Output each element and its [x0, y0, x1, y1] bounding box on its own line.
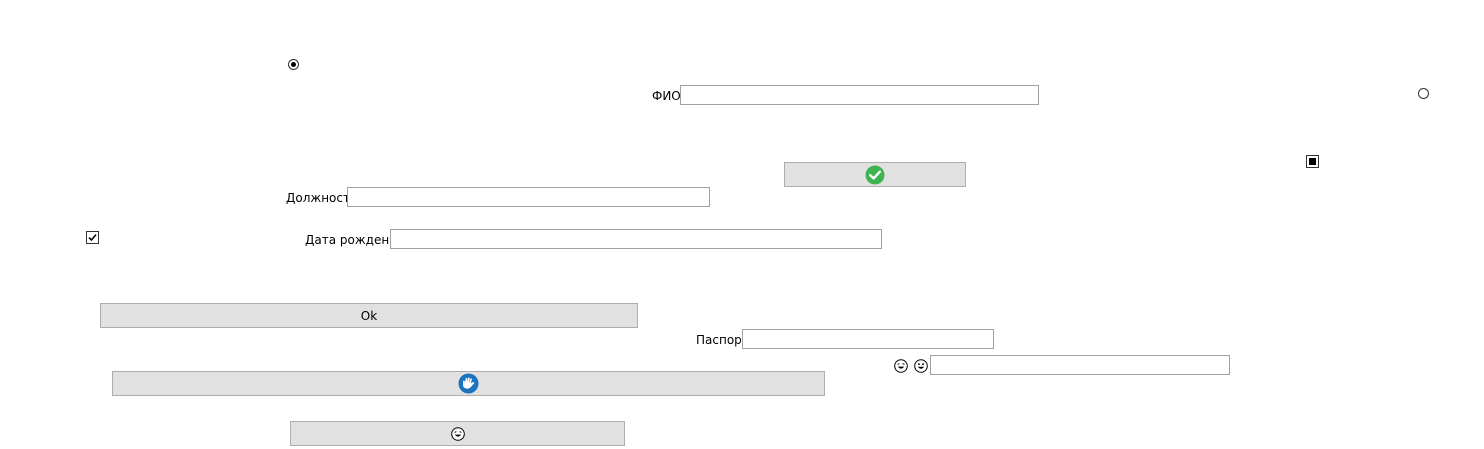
position-field[interactable]	[347, 187, 710, 207]
fio-field[interactable]	[680, 85, 1039, 105]
checkbox-indeterminate[interactable]	[1306, 155, 1319, 168]
ok-button[interactable]: Ok	[100, 303, 638, 328]
check-circle-icon	[865, 165, 885, 184]
fio-label: ФИО	[652, 89, 681, 103]
grinning-face-icon	[914, 359, 928, 373]
laughing-face-icon	[450, 426, 465, 441]
hand-button[interactable]	[112, 371, 825, 396]
checkbox-checked[interactable]	[86, 231, 99, 244]
radio-option-top-right[interactable]	[1418, 88, 1429, 99]
wave-hand-icon	[458, 373, 479, 394]
passport-label: Паспорт	[696, 333, 749, 347]
radio-option-top-left[interactable]	[288, 59, 299, 70]
laughing-face-icon	[894, 359, 908, 373]
accept-button[interactable]	[784, 162, 966, 187]
checkmark-icon	[88, 234, 97, 242]
radio-selected-dot	[291, 62, 296, 67]
birthdate-field[interactable]	[390, 229, 882, 249]
checkbox-indeterminate-mark	[1309, 158, 1316, 165]
emoji-field[interactable]	[930, 355, 1230, 375]
laugh-button[interactable]	[290, 421, 625, 446]
passport-field[interactable]	[742, 329, 994, 349]
